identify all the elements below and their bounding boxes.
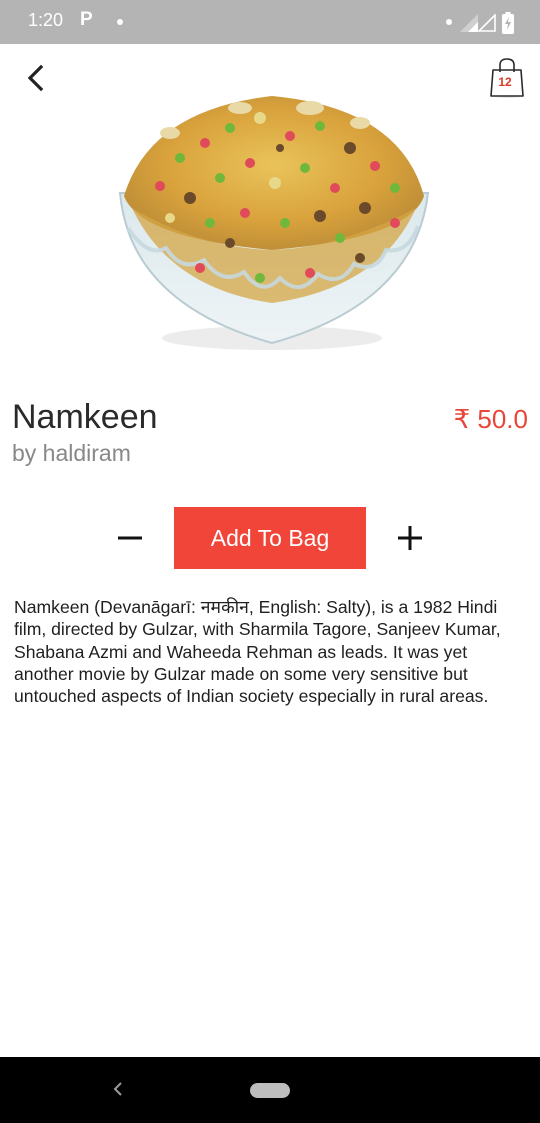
product-description: Namkeen (Devanāgarī: नमकीन, English: Sal… — [14, 597, 501, 707]
notification-dot-icon — [117, 19, 123, 25]
add-to-bag-button[interactable]: Add To Bag — [174, 507, 366, 569]
product-image — [118, 96, 430, 350]
nav-home-pill-icon[interactable] — [250, 1083, 290, 1098]
nav-back-icon — [113, 1082, 122, 1096]
product-name: Namkeen — [12, 398, 158, 436]
plus-icon — [398, 526, 422, 550]
status-icons — [446, 12, 516, 34]
parking-p-icon: P — [80, 9, 93, 30]
decrease-quantity-button[interactable] — [110, 518, 150, 558]
increase-quantity-button[interactable] — [390, 518, 430, 558]
signal-x-icon — [460, 14, 478, 32]
product-price: ₹ 50.0 — [453, 404, 528, 434]
back-button[interactable] — [18, 58, 52, 98]
status-time: 1:20 — [28, 10, 64, 30]
signal-icon — [478, 14, 496, 32]
product-brand: by haldiram — [12, 440, 131, 466]
status-bar: 1:20 P — [0, 0, 540, 44]
bag-count-badge: 12 — [498, 75, 512, 89]
system-nav-bar — [0, 1057, 540, 1123]
nav-back-button[interactable] — [106, 1077, 130, 1101]
chevron-left-icon — [27, 64, 44, 92]
dot-icon — [446, 19, 452, 25]
battery-charging-icon — [502, 12, 514, 34]
minus-icon — [118, 536, 142, 540]
shopping-bag-button[interactable]: 12 — [488, 56, 528, 100]
